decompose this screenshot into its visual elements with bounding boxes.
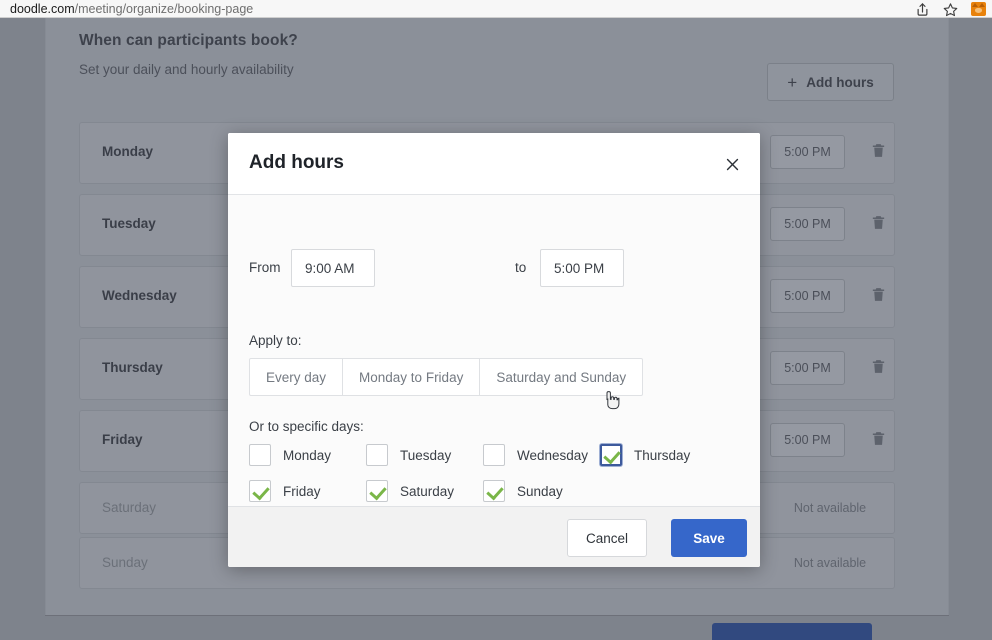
apply-to-label: Apply to: <box>249 333 302 348</box>
checkbox-item-tuesday[interactable]: Tuesday <box>366 443 451 467</box>
close-icon[interactable] <box>720 152 744 176</box>
from-time-input[interactable]: 9:00 AM <box>291 249 375 287</box>
checkbox-item-wednesday[interactable]: Wednesday <box>483 443 588 467</box>
add-hours-button[interactable]: + Add hours <box>767 63 894 101</box>
status-text: Not available <box>770 556 890 570</box>
checkbox-item-saturday[interactable]: Saturday <box>366 479 454 503</box>
to-time-field[interactable]: 5:00 PM <box>770 351 845 385</box>
checkbox-friday[interactable] <box>249 480 271 502</box>
checkbox-item-friday[interactable]: Friday <box>249 479 321 503</box>
specific-days-label: Or to specific days: <box>249 419 364 434</box>
delete-icon[interactable] <box>870 214 887 233</box>
apply-to-option-every-day[interactable]: Every day <box>250 359 343 395</box>
checkbox-label: Friday <box>283 484 321 499</box>
from-label: From <box>249 260 281 275</box>
to-time-field[interactable]: 5:00 PM <box>770 135 845 169</box>
checkbox-label: Tuesday <box>400 448 451 463</box>
checkbox-saturday[interactable] <box>366 480 388 502</box>
save-button[interactable]: Save <box>671 519 747 557</box>
checkbox-label: Wednesday <box>517 448 588 463</box>
apply-to-option-saturday-and-sunday[interactable]: Saturday and Sunday <box>480 359 642 395</box>
url-bar[interactable]: doodle.com/meeting/organize/booking-page <box>10 1 253 17</box>
metamask-extension-icon[interactable] <box>971 2 986 16</box>
plus-icon: + <box>787 74 797 91</box>
to-time-input[interactable]: 5:00 PM <box>540 249 624 287</box>
day-label: Saturday <box>102 500 156 515</box>
browser-chrome: doodle.com/meeting/organize/booking-page <box>0 0 992 18</box>
checkbox-label: Thursday <box>634 448 690 463</box>
add-hours-button-label: Add hours <box>806 75 874 90</box>
modal-body: From 9:00 AM to 5:00 PM Apply to: Every … <box>228 195 760 506</box>
page-primary-cta-button[interactable] <box>712 623 872 640</box>
day-label: Friday <box>102 432 143 447</box>
delete-icon[interactable] <box>870 286 887 305</box>
checkbox-item-thursday[interactable]: Thursday <box>600 443 690 467</box>
delete-icon[interactable] <box>870 142 887 161</box>
share-icon[interactable] <box>915 2 930 17</box>
time-range-row: From 9:00 AM to 5:00 PM <box>249 249 739 287</box>
day-label: Tuesday <box>102 216 156 231</box>
page-title: When can participants book? <box>79 32 298 50</box>
add-hours-modal: Add hours From 9:00 AM to 5:00 PM Apply … <box>228 133 760 567</box>
checkbox-item-monday[interactable]: Monday <box>249 443 331 467</box>
modal-footer: Cancel Save <box>228 506 760 567</box>
checkbox-sunday[interactable] <box>483 480 505 502</box>
day-label: Monday <box>102 144 153 159</box>
modal-title: Add hours <box>249 152 344 174</box>
page-subtitle: Set your daily and hourly availability <box>79 62 294 77</box>
checkbox-item-sunday[interactable]: Sunday <box>483 479 563 503</box>
to-label: to <box>515 260 526 275</box>
url-path: /meeting/organize/booking-page <box>75 2 254 16</box>
checkbox-wednesday[interactable] <box>483 444 505 466</box>
bookmark-star-icon[interactable] <box>943 2 958 17</box>
checkbox-label: Saturday <box>400 484 454 499</box>
delete-icon[interactable] <box>870 430 887 449</box>
day-label: Wednesday <box>102 288 177 303</box>
checkbox-tuesday[interactable] <box>366 444 388 466</box>
to-time-field[interactable]: 5:00 PM <box>770 207 845 241</box>
checkbox-monday[interactable] <box>249 444 271 466</box>
apply-to-segmented-control: Every day Monday to Friday Saturday and … <box>249 358 643 396</box>
status-text: Not available <box>770 501 890 515</box>
cancel-button[interactable]: Cancel <box>567 519 647 557</box>
day-label: Sunday <box>102 555 148 570</box>
apply-to-option-monday-to-friday[interactable]: Monday to Friday <box>343 359 480 395</box>
to-time-field[interactable]: 5:00 PM <box>770 279 845 313</box>
checkbox-label: Sunday <box>517 484 563 499</box>
checkbox-label: Monday <box>283 448 331 463</box>
modal-header: Add hours <box>228 133 760 195</box>
to-time-field[interactable]: 5:00 PM <box>770 423 845 457</box>
browser-actions <box>915 0 986 18</box>
day-label: Thursday <box>102 360 163 375</box>
delete-icon[interactable] <box>870 358 887 377</box>
checkbox-thursday[interactable] <box>600 444 622 466</box>
url-host: doodle.com <box>10 2 75 16</box>
